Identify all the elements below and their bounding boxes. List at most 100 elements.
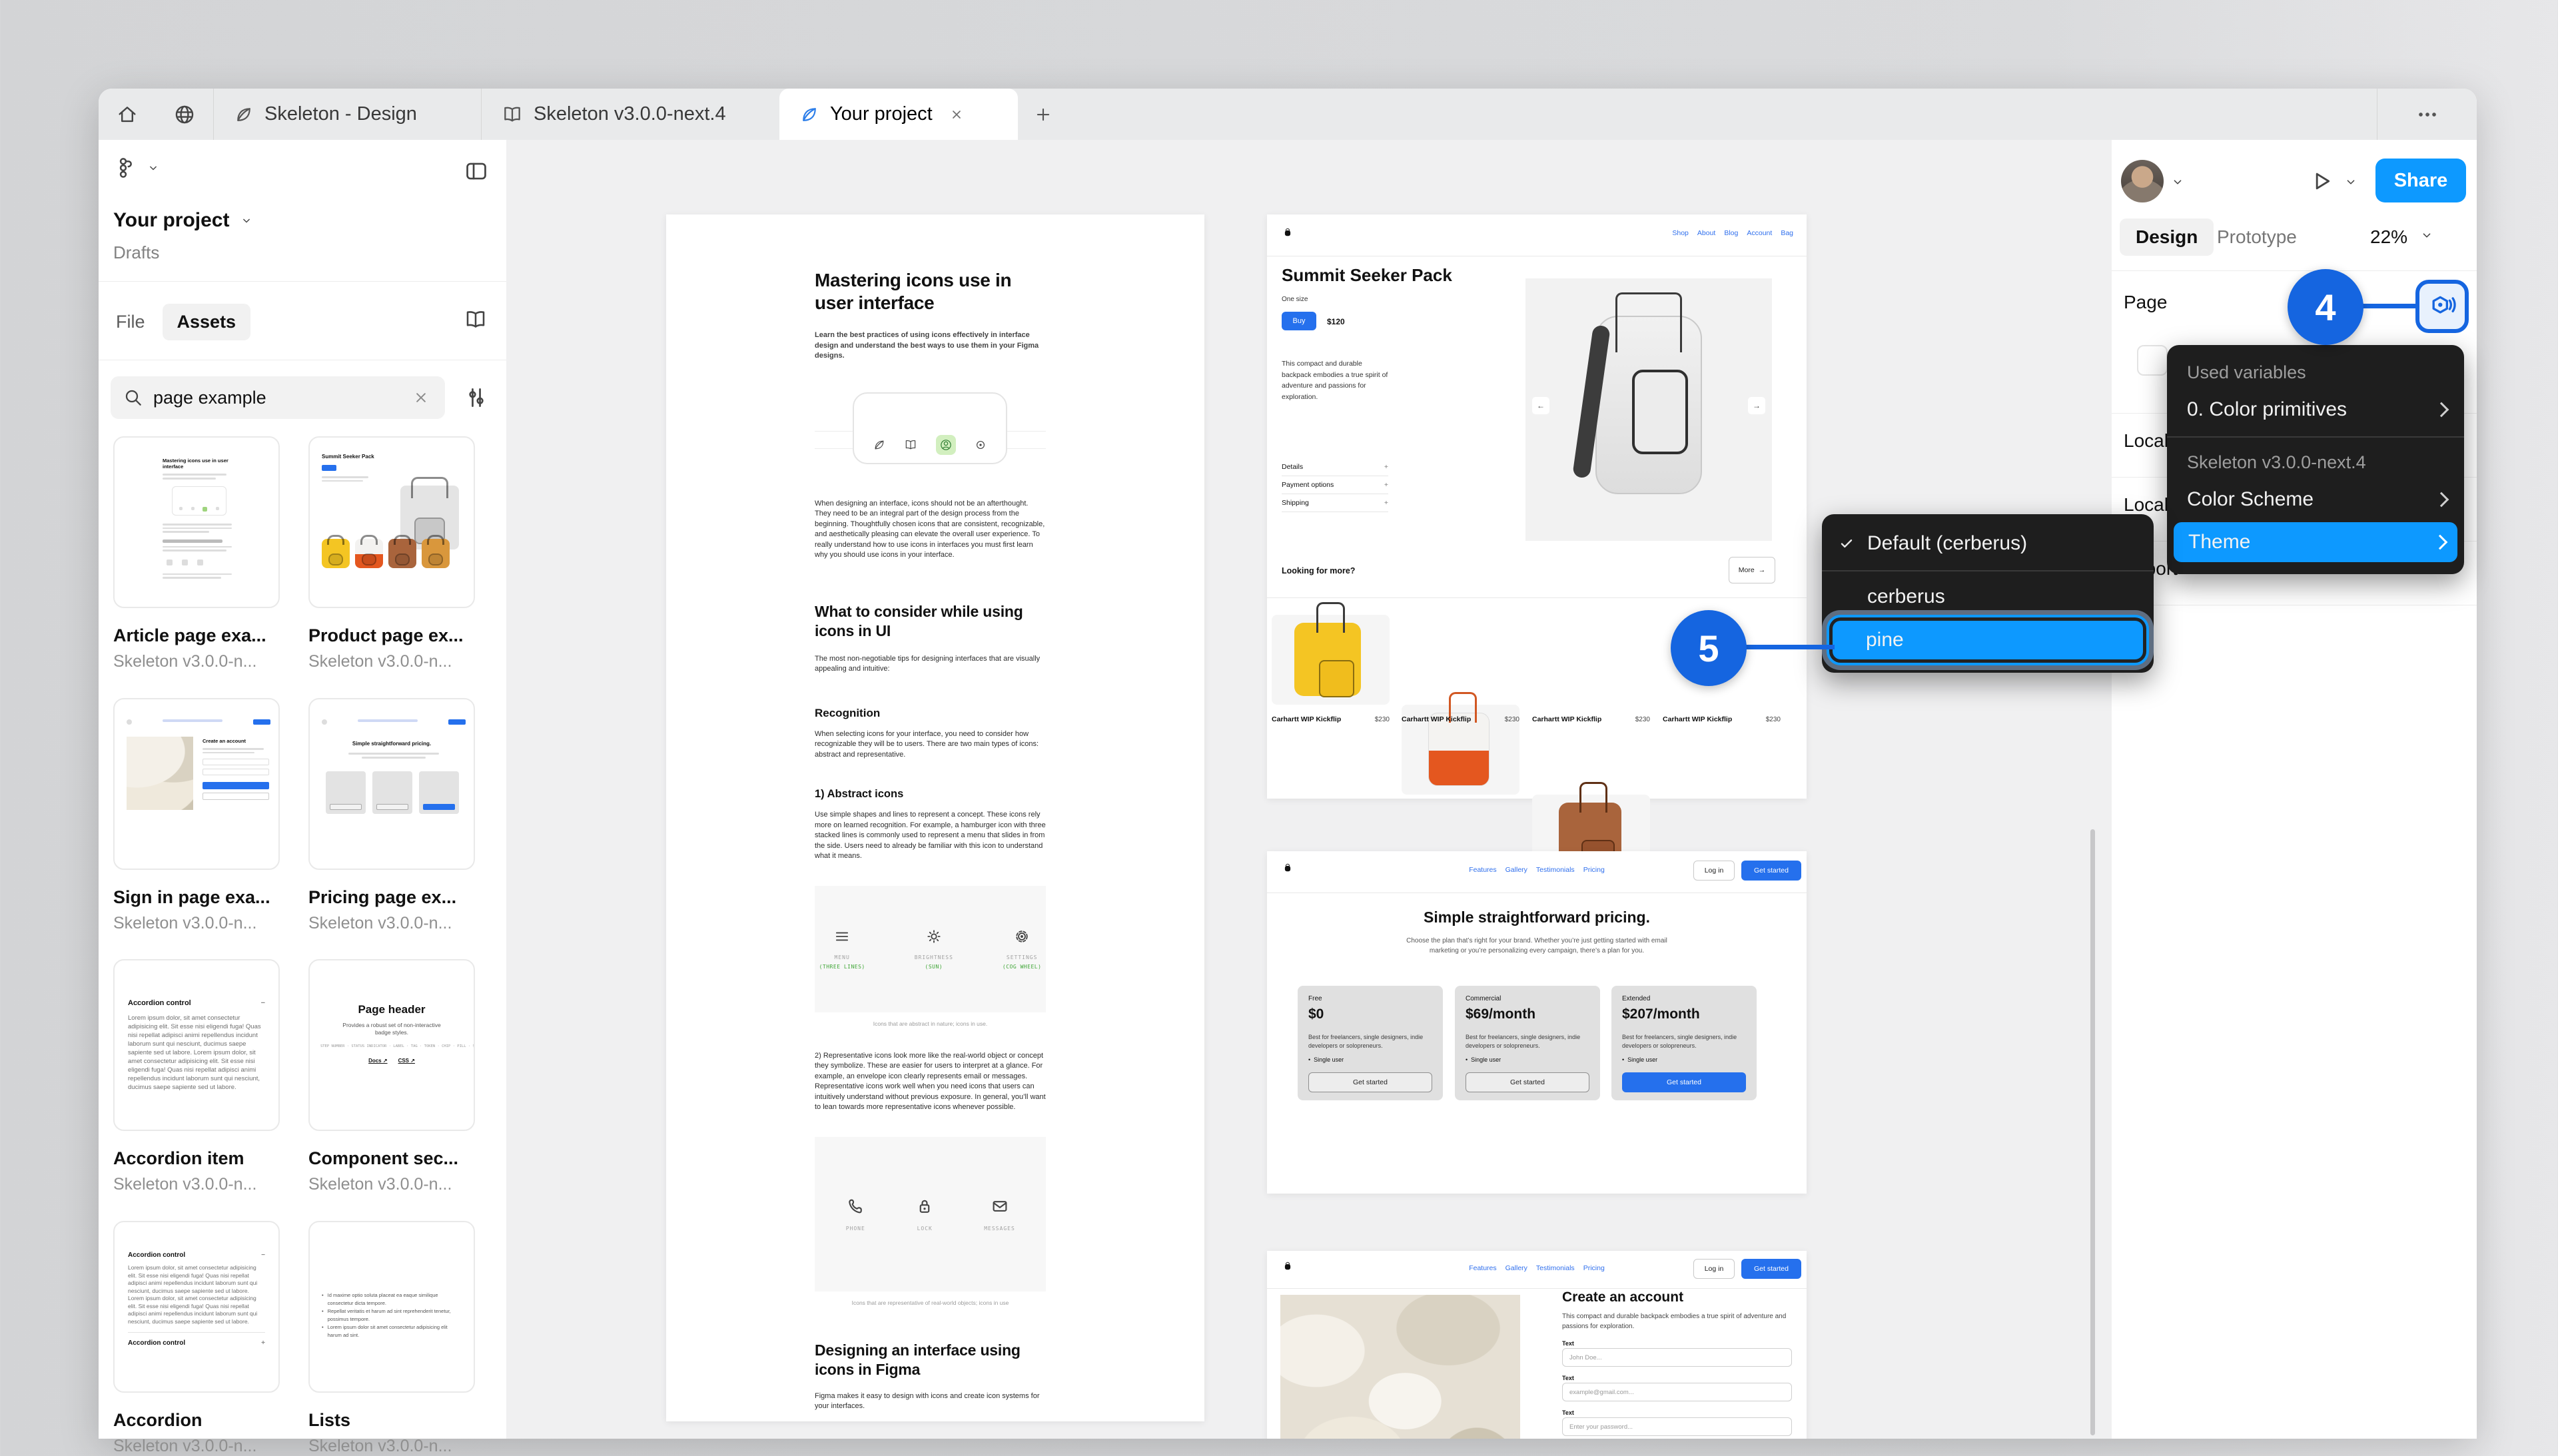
field-label: Text	[1562, 1409, 1574, 1416]
placeholder: John Doe...	[1569, 1353, 1602, 1361]
submenu-item-pine[interactable]: pine	[1833, 620, 2143, 659]
more-label: More	[1738, 566, 1755, 574]
chevron-down-icon[interactable]	[147, 161, 160, 175]
thumb-accordion-text: Lorem ipsum dolor, sit amet consectetur …	[128, 1014, 261, 1091]
asset-thumbnail: • Id maxime optio soluta placeat ea eaque…	[308, 1221, 475, 1393]
product-size: One size	[1282, 296, 1308, 303]
clear-search-icon[interactable]	[412, 388, 430, 407]
tab-label: Your project	[830, 103, 933, 125]
window-more-button[interactable]	[2377, 89, 2477, 140]
asset-card-lists[interactable]: • Id maxime optio soluta placeat ea eaque…	[308, 1221, 475, 1456]
search-field[interactable]	[153, 376, 413, 419]
main-menu-figma-icon[interactable]	[113, 156, 137, 180]
plan-desc: Best for freelancers, single designers, …	[1466, 1034, 1581, 1049]
nav-about: About	[1697, 229, 1716, 237]
buy-button: Buy	[1282, 312, 1316, 330]
asset-card-article[interactable]: Mastering icons use in user interface Ar…	[113, 436, 280, 671]
plan-price: $69/month	[1466, 1006, 1536, 1022]
arrow-right-icon: →	[1753, 401, 1761, 410]
apply-variables-button[interactable]	[2415, 280, 2469, 333]
article-h2-designing: Designing an interface using icons in Fi…	[815, 1341, 1021, 1378]
plus-icon	[1033, 105, 1053, 125]
login-button: Log in	[1693, 861, 1735, 881]
share-button[interactable]: Share	[2375, 159, 2466, 202]
article-intro: Learn the best practices of using icons …	[815, 331, 1039, 360]
asset-title: Sign in page exa...	[113, 887, 270, 907]
submenu-item-cerberus[interactable]: cerberus	[1822, 579, 2154, 614]
asset-card-accordion[interactable]: Accordion control − Lorem ipsum dolor, s…	[113, 1221, 280, 1456]
field-label: Text	[1562, 1340, 1574, 1347]
variables-hexagon-icon	[2427, 292, 2457, 321]
asset-card-pricing[interactable]: Simple straightforward pricing. Pricing …	[308, 698, 475, 933]
tab-file[interactable]: File	[116, 312, 145, 332]
article-para5: Figma makes it easy to design with icons…	[815, 1391, 1040, 1411]
frame-pricing-page[interactable]: Features Gallery Testimonials Pricing Lo…	[1267, 851, 1807, 1194]
chevron-down-icon[interactable]	[2344, 175, 2358, 189]
nav-testimonials: Testimonials	[1535, 1264, 1575, 1272]
item-name: Carhartt WIP Kickflip	[1663, 715, 1733, 723]
expand-icon: +	[1384, 499, 1388, 507]
icon-label: MESSAGES	[984, 1226, 1015, 1232]
avatar[interactable]	[2121, 160, 2164, 202]
asset-title: Lists	[308, 1410, 351, 1430]
nav-pricing: Pricing	[1583, 866, 1605, 874]
tab-skeleton-library[interactable]: Skeleton v3.0.0-next.4	[481, 89, 779, 140]
canvas-scrollbar[interactable]	[2090, 829, 2095, 1435]
close-tab-icon[interactable]	[949, 107, 965, 123]
asset-card-product[interactable]: Summit Seeker Pack Product page ex... Sk…	[308, 436, 475, 671]
menu-item-color-primitives[interactable]: 0. Color primitives	[2167, 391, 2464, 428]
home-button[interactable]	[99, 89, 156, 140]
frame-signup-page[interactable]: Features Gallery Testimonials Pricing Lo…	[1267, 1251, 1807, 1439]
menu-header-library: Skeleton v3.0.0-next.4	[2187, 452, 2366, 472]
icon-label: LOCK	[917, 1226, 933, 1232]
page-color-swatch[interactable]	[2137, 345, 2168, 376]
menu-item-theme[interactable]: Theme	[2174, 522, 2457, 562]
frame-article-page[interactable]: Mastering icons use in user interface Le…	[666, 214, 1204, 1439]
project-subtitle: Drafts	[113, 242, 160, 262]
menu-header-used: Used variables	[2187, 362, 2306, 382]
icon-label: PHONE	[845, 1226, 865, 1232]
library-book-icon[interactable]	[464, 308, 488, 332]
nav-blog: Blog	[1724, 229, 1739, 237]
asset-card-signin[interactable]: Create an account Sign in page exa... Sk…	[113, 698, 280, 933]
tab-label: Skeleton - Design	[264, 103, 417, 125]
submenu-item-default[interactable]: Default (cerberus)	[1822, 525, 2154, 562]
asset-title: Pricing page ex...	[308, 887, 457, 907]
acc-payment: Payment options	[1282, 481, 1334, 489]
filter-sliders-icon[interactable]	[464, 385, 489, 410]
gallery-next-button: →	[1748, 397, 1765, 414]
expand-icon: +	[1384, 481, 1388, 489]
search-input[interactable]	[111, 376, 445, 419]
icon-sublabel: (SUN)	[925, 964, 943, 970]
name-input: John Doe...	[1562, 1348, 1792, 1367]
asset-card-accordion-item[interactable]: Accordion control − Lorem ipsum dolor, s…	[113, 959, 280, 1194]
new-tab-button[interactable]	[1018, 89, 1068, 140]
nav-shop: Shop	[1672, 229, 1689, 237]
project-title[interactable]: Your project	[113, 209, 229, 232]
frame-product-page[interactable]: Shop About Blog Account Bag Summit Seeke…	[1267, 214, 1807, 974]
asset-thumbnail: Summit Seeker Pack	[308, 436, 475, 608]
check-icon	[1838, 535, 1855, 552]
article-para1: When designing an interface, icons shoul…	[815, 499, 1045, 559]
tab-skeleton-design[interactable]: Skeleton - Design	[213, 89, 481, 140]
zoom-level[interactable]: 22%	[2370, 226, 2407, 248]
toggle-panel-icon[interactable]	[464, 159, 489, 184]
menu-item-color-scheme[interactable]: Color Scheme	[2167, 481, 2464, 518]
present-play-icon[interactable]	[2308, 168, 2334, 194]
plan-cta: Get started	[1622, 1072, 1746, 1092]
chevron-down-icon[interactable]	[240, 214, 253, 227]
book-icon	[502, 104, 523, 125]
design-canvas[interactable]: Mastering icons use in user interface Le…	[506, 140, 2112, 1439]
nav-features: Features	[1469, 1264, 1497, 1272]
plan-desc: Best for freelancers, single designers, …	[1308, 1034, 1424, 1049]
asset-card-component-section[interactable]: Page header Provides a robust set of non…	[308, 959, 475, 1194]
chevron-down-icon[interactable]	[2419, 228, 2434, 242]
thumb-css-link: CSS ↗	[398, 1058, 415, 1064]
more-dots-icon	[2414, 101, 2441, 128]
tab-your-project[interactable]: Your project	[779, 89, 1018, 140]
chevron-down-icon[interactable]	[2170, 175, 2185, 189]
tab-design[interactable]: Design	[2120, 218, 2214, 256]
browse-community-button[interactable]	[156, 89, 213, 140]
tab-assets[interactable]: Assets	[162, 304, 251, 340]
tab-prototype[interactable]: Prototype	[2217, 226, 2297, 248]
